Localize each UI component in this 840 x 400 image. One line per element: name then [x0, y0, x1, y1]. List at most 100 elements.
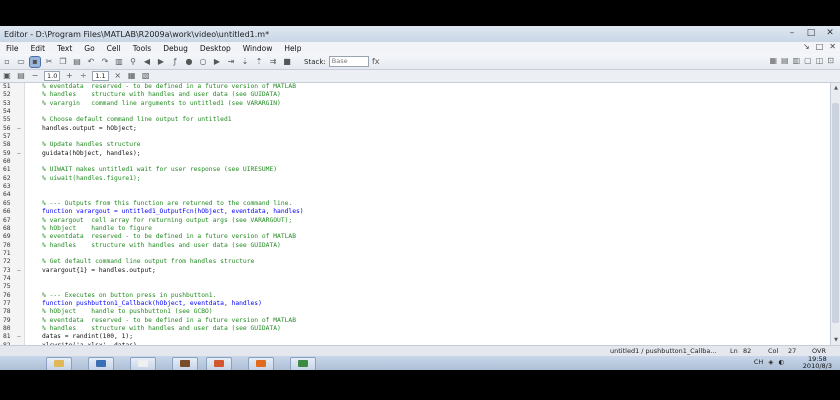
code-line[interactable]: 73– varargout{1} = handles.output;	[0, 267, 830, 275]
open-folder-icon[interactable]: ▭	[16, 57, 26, 67]
close-document-icon[interactable]: ✕	[829, 42, 836, 51]
close-button[interactable]: ✕	[822, 27, 838, 39]
code-line[interactable]: 51 % eventdata reserved - to be defined i…	[0, 83, 830, 91]
code-line[interactable]: 68 % hObject handle to figure	[0, 225, 830, 233]
code-line[interactable]: 80 % handles structure with handles and u…	[0, 325, 830, 333]
code-line[interactable]: 56– handles.output = hObject;	[0, 125, 830, 133]
code-line[interactable]: 62 % uiwait(handles.figure1);	[0, 175, 830, 183]
code-line[interactable]: 52 % handles structure with handles and u…	[0, 91, 830, 99]
code-line[interactable]: 67 % varargout cell array for returning o…	[0, 217, 830, 225]
scroll-down-icon[interactable]: ▼	[831, 337, 840, 343]
menu-help[interactable]: Help	[278, 44, 307, 53]
run-icon[interactable]: ▶	[212, 57, 222, 67]
print-icon[interactable]: ▥	[114, 57, 124, 67]
copy-icon[interactable]: ❐	[58, 57, 68, 67]
cell-options-icon[interactable]: ▦	[127, 71, 137, 81]
code-line[interactable]: 58 % Update handles structure	[0, 141, 830, 149]
cut-icon[interactable]: ✂	[44, 57, 54, 67]
code-line[interactable]: 69 % eventdata reserved - to be defined i…	[0, 233, 830, 241]
cell-publish-icon[interactable]: ▧	[141, 71, 151, 81]
breakpoint-marker[interactable]: –	[17, 267, 23, 275]
step-icon[interactable]: ⇥	[226, 57, 236, 67]
code-line[interactable]: 72 % Get default command line output from…	[0, 258, 830, 266]
code-line[interactable]: 60	[0, 158, 830, 166]
divide-icon[interactable]: ÷	[78, 71, 88, 81]
code-line[interactable]: 66 function varargout = untitled1_OutputF…	[0, 208, 830, 216]
eval-cell-icon[interactable]: ▤	[16, 71, 26, 81]
menu-cell[interactable]: Cell	[101, 44, 127, 53]
maximize-button[interactable]: □	[803, 27, 819, 39]
value-input-1[interactable]: 1.0	[44, 71, 61, 81]
minimize-button[interactable]: –	[784, 27, 800, 39]
breakpoint-icon[interactable]: ●	[184, 57, 194, 67]
code-line[interactable]: 81– datas = randint(100, 1);	[0, 333, 830, 341]
undock-icon[interactable]: ↘	[803, 42, 810, 51]
taskbar-explorer[interactable]	[46, 357, 72, 370]
paste-icon[interactable]: ▤	[72, 57, 82, 67]
step-out-icon[interactable]: ⇡	[254, 57, 264, 67]
language-indicator[interactable]: CH	[754, 358, 763, 366]
multiply-icon[interactable]: ×	[113, 71, 123, 81]
cell-mode-icon[interactable]: ▣	[2, 71, 12, 81]
code-line[interactable]: 79 % eventdata reserved - to be defined i…	[0, 317, 830, 325]
code-line[interactable]: 59– guidata(hObject, handles);	[0, 150, 830, 158]
code-line[interactable]: 54	[0, 108, 830, 116]
clock[interactable]: 19:58 2010/8/3	[803, 356, 832, 370]
decrement-icon[interactable]: −	[30, 71, 40, 81]
code-line[interactable]: 61 % UIWAIT makes untitled1 wait for user…	[0, 166, 830, 174]
dock-icon[interactable]: ⊡	[827, 56, 834, 65]
breakpoint-marker[interactable]: –	[17, 125, 23, 133]
code-line[interactable]: 74	[0, 275, 830, 283]
find-icon[interactable]: ⚲	[128, 57, 138, 67]
taskbar-powerpoint[interactable]	[206, 357, 232, 370]
code-line[interactable]: 63	[0, 183, 830, 191]
menu-tools[interactable]: Tools	[127, 44, 157, 53]
taskbar-matlab[interactable]	[248, 357, 274, 370]
increment-icon[interactable]: +	[64, 71, 74, 81]
volume-icon[interactable]: ◐	[778, 358, 784, 366]
split-vertical-icon[interactable]: ▥	[793, 56, 801, 65]
undo-icon[interactable]: ↶	[86, 57, 96, 67]
new-file-icon[interactable]: ▫	[2, 57, 12, 67]
split-horizontal-icon[interactable]: ▤	[781, 56, 789, 65]
forward-icon[interactable]: ▶	[156, 57, 166, 67]
breakpoint-marker[interactable]: –	[17, 150, 23, 158]
code-line[interactable]: 55 % Choose default command line output f…	[0, 116, 830, 124]
menu-edit[interactable]: Edit	[25, 44, 52, 53]
breakpoint-marker[interactable]: –	[17, 333, 23, 341]
menu-file[interactable]: File	[0, 44, 25, 53]
save-icon[interactable]: ▪	[29, 55, 41, 68]
code-editor[interactable]: 51 % eventdata reserved - to be defined i…	[0, 83, 830, 345]
scroll-thumb[interactable]	[832, 103, 839, 323]
stack-select[interactable]: Base	[328, 56, 369, 67]
exit-debug-icon[interactable]: ■	[282, 57, 292, 67]
taskbar-app[interactable]	[172, 357, 198, 370]
code-line[interactable]: 53 % varargin command line arguments to u…	[0, 100, 830, 108]
network-icon[interactable]: ◈	[768, 358, 773, 366]
continue-icon[interactable]: ⇉	[268, 57, 278, 67]
fx-icon[interactable]: fx	[371, 57, 381, 67]
code-line[interactable]: 71	[0, 250, 830, 258]
single-icon[interactable]: ▢	[804, 56, 812, 65]
float-icon[interactable]: ◫	[816, 56, 824, 65]
taskbar-media[interactable]	[88, 357, 114, 370]
code-line[interactable]: 70 % handles structure with handles and u…	[0, 242, 830, 250]
code-line[interactable]: 64	[0, 191, 830, 199]
menu-desktop[interactable]: Desktop	[194, 44, 237, 53]
menu-window[interactable]: Window	[237, 44, 279, 53]
code-line[interactable]: 57	[0, 133, 830, 141]
value-input-2[interactable]: 1.1	[92, 71, 109, 81]
redo-icon[interactable]: ↷	[100, 57, 110, 67]
code-line[interactable]: 65 % --- Outputs from this function are r…	[0, 200, 830, 208]
code-line[interactable]: 76 % --- Executes on button press in push…	[0, 292, 830, 300]
taskbar-notepad[interactable]	[130, 357, 156, 370]
menu-debug[interactable]: Debug	[157, 44, 194, 53]
taskbar-excel[interactable]	[290, 357, 316, 370]
vertical-scrollbar[interactable]: ▲ ▼	[830, 83, 840, 345]
code-line[interactable]: 75	[0, 283, 830, 291]
menu-go[interactable]: Go	[78, 44, 100, 53]
code-line[interactable]: 78 % hObject handle to pushbutton1 (see G…	[0, 308, 830, 316]
menu-text[interactable]: Text	[51, 44, 78, 53]
back-icon[interactable]: ◀	[142, 57, 152, 67]
step-in-icon[interactable]: ⇣	[240, 57, 250, 67]
